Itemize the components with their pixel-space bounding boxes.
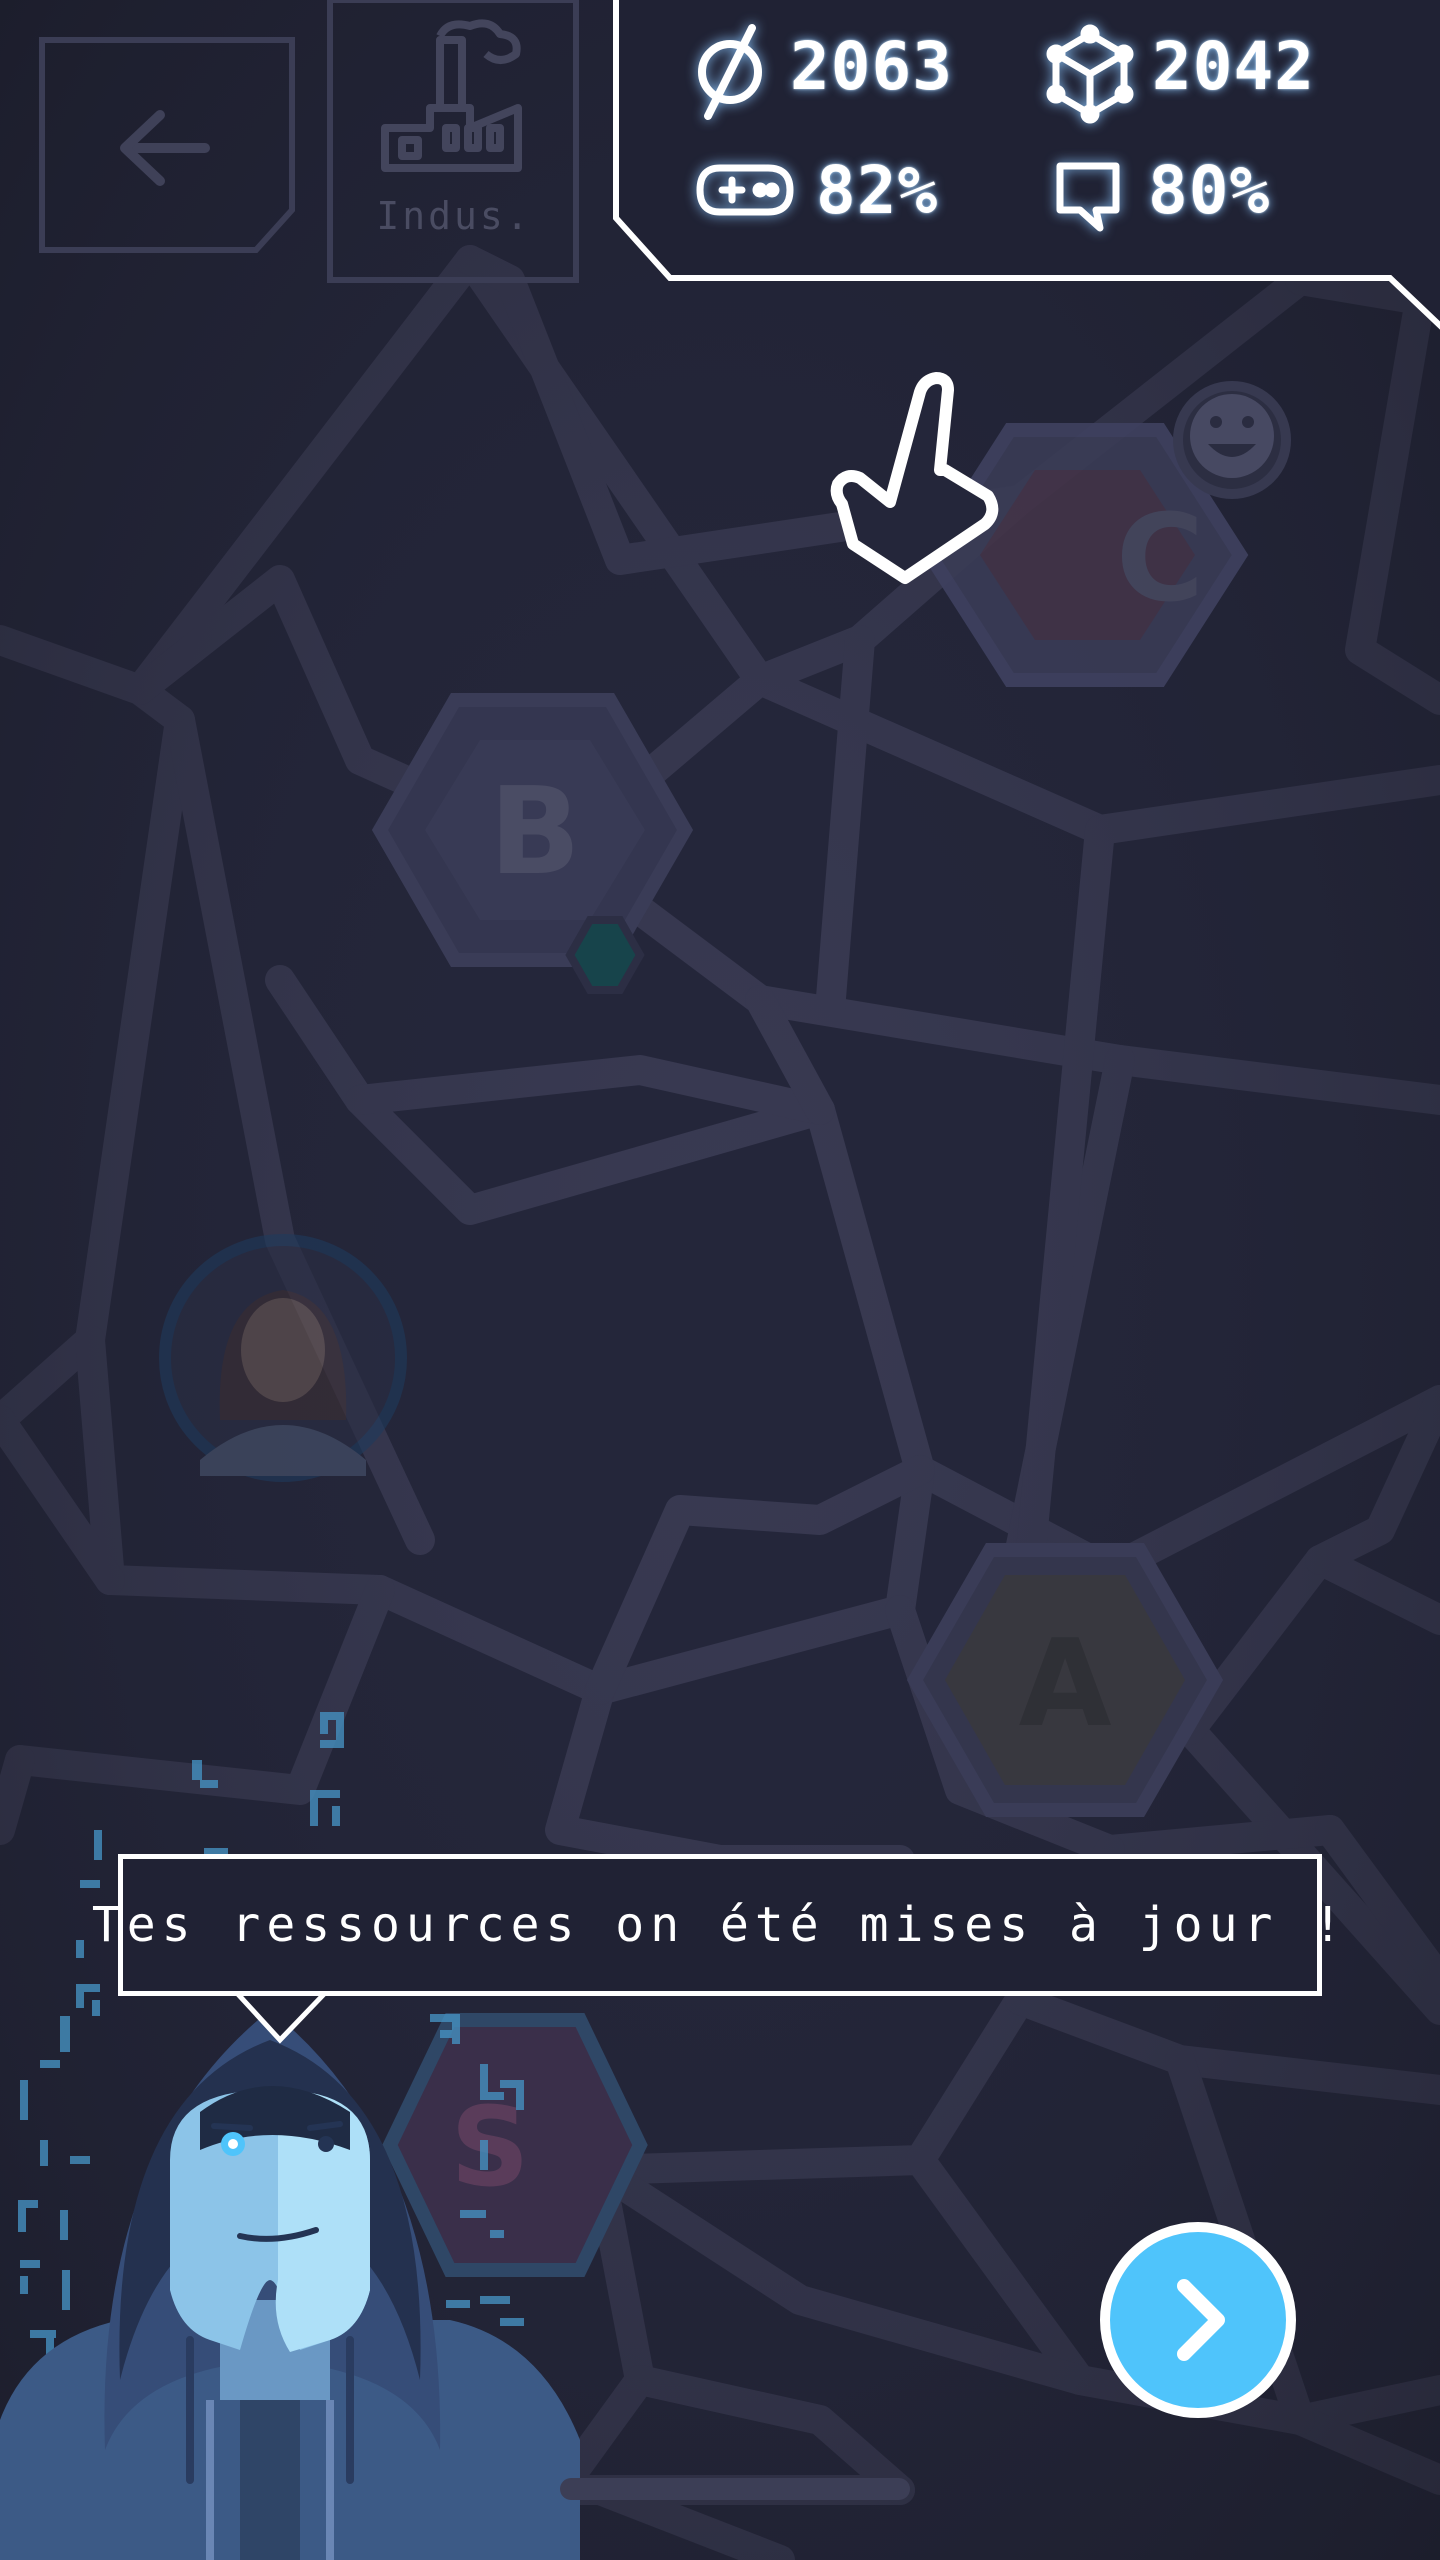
- next-button[interactable]: [1100, 2222, 1296, 2418]
- money-value: 2063: [790, 28, 953, 105]
- citizen-avatar: [159, 1234, 407, 1482]
- dialog-box: Tes ressources on été mises à jour !: [92, 1854, 1342, 1996]
- industry-button[interactable]: [328, 0, 580, 282]
- zone-s: S: [382, 2013, 648, 2277]
- communication-value: 80%: [1148, 152, 1271, 229]
- industry-label: Indus.: [376, 194, 532, 238]
- zone-a: A: [906, 1543, 1224, 1817]
- decor-bar: [560, 2478, 910, 2500]
- dialog-text: Tes ressources on été mises à jour !: [91, 1897, 1349, 1953]
- chevron-right-icon: [1177, 2279, 1225, 2361]
- city-map: C B A S: [0, 0, 1440, 2560]
- materials-value: 2042: [1152, 28, 1315, 105]
- fun-value: 82%: [816, 152, 939, 229]
- back-button[interactable]: [40, 38, 296, 254]
- zone-b-letter: B: [489, 763, 580, 902]
- zone-c-letter: C: [1116, 490, 1204, 629]
- zone-a-letter: A: [1019, 1615, 1112, 1754]
- smiley-icon: [1190, 394, 1274, 478]
